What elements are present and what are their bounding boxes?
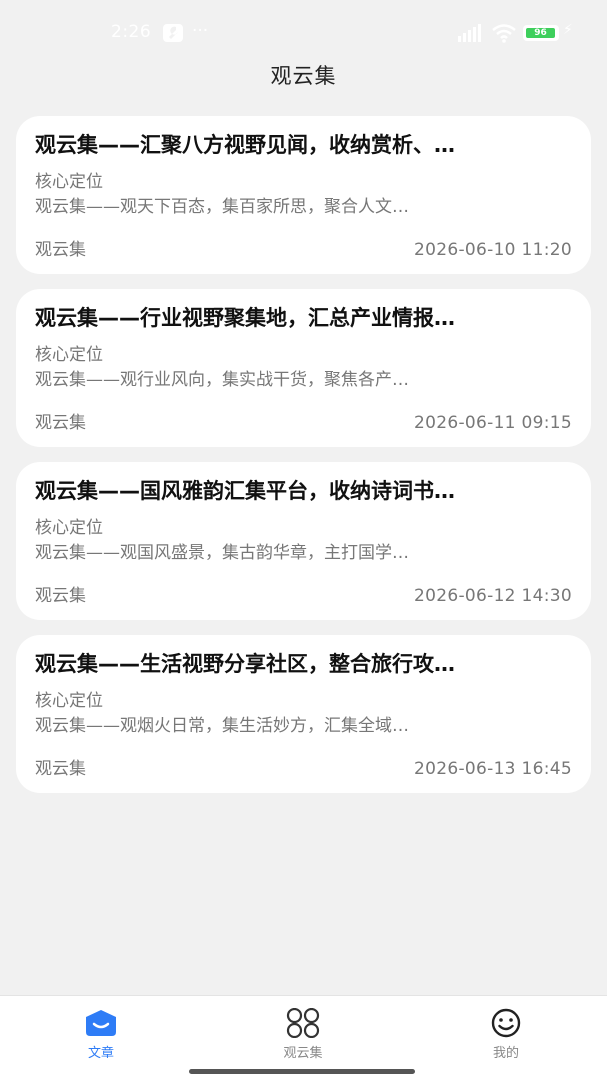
article-summary: 观云集——观国风盛景，集古韵华章，主打国学… <box>35 543 409 563</box>
article-subhead: 核心定位 <box>35 345 103 365</box>
article-subhead: 核心定位 <box>35 518 103 538</box>
more-indicator: ··· <box>192 21 209 41</box>
article-date: 2026-06-10 11:20 <box>414 240 572 260</box>
article-card[interactable]: 观云集——行业视野聚集地，汇总产业情报… 核心定位 观云集——观行业风向，集实战… <box>16 289 591 447</box>
bottom-tab-bar: 文章 观云集 我的 <box>0 995 607 1080</box>
article-source: 观云集 <box>35 240 86 260</box>
article-footer: 观云集 2026-06-12 14:30 <box>35 584 572 608</box>
page-title: 观云集 <box>270 64 337 88</box>
article-date: 2026-06-12 14:30 <box>414 586 572 606</box>
tab-label: 观云集 <box>283 1046 323 1061</box>
article-title: 观云集——国风雅韵汇集平台，收纳诗词书… <box>35 479 455 503</box>
article-summary: 观云集——观行业风向，集实战干货，聚焦各产… <box>35 370 409 390</box>
smiley-icon <box>491 1008 521 1038</box>
article-list: 观云集——汇聚八方视野见闻，收纳赏析、… 核心定位 观云集——观天下百态，集百家… <box>16 116 591 808</box>
article-footer: 观云集 2026-06-13 16:45 <box>35 757 572 781</box>
article-footer: 观云集 2026-06-11 09:15 <box>35 411 572 435</box>
article-card[interactable]: 观云集——汇聚八方视野见闻，收纳赏析、… 核心定位 观云集——观天下百态，集百家… <box>16 116 591 274</box>
article-source: 观云集 <box>35 413 86 433</box>
status-bar: 2:26 ··· 96 ⚡ <box>0 0 607 64</box>
wrench-icon <box>163 24 183 42</box>
article-date: 2026-06-11 09:15 <box>414 413 572 433</box>
article-source: 观云集 <box>35 586 86 606</box>
article-card[interactable]: 观云集——生活视野分享社区，整合旅行攻… 核心定位 观云集——观烟火日常，集生活… <box>16 635 591 793</box>
article-title: 观云集——行业视野聚集地，汇总产业情报… <box>35 306 455 330</box>
home-indicator[interactable] <box>189 1069 415 1074</box>
battery-icon: 96 <box>523 25 559 41</box>
article-summary: 观云集——观烟火日常，集生活妙方，汇集全域… <box>35 716 409 736</box>
article-subhead: 核心定位 <box>35 691 103 711</box>
wifi-icon <box>492 24 516 43</box>
app-screen: 2:26 ··· 96 ⚡ 观云集 观云集——汇聚八方视野见闻，收纳赏析、… 核… <box>0 0 607 1080</box>
article-card[interactable]: 观云集——国风雅韵汇集平台，收纳诗词书… 核心定位 观云集——观国风盛景，集古韵… <box>16 462 591 620</box>
status-time: 2:26 <box>111 22 152 42</box>
tab-label: 文章 <box>87 1046 114 1061</box>
grid-icon <box>286 1008 320 1038</box>
signal-icon <box>458 24 481 42</box>
article-date: 2026-06-13 16:45 <box>414 759 572 779</box>
article-source: 观云集 <box>35 759 86 779</box>
article-footer: 观云集 2026-06-10 11:20 <box>35 238 572 262</box>
tab-articles[interactable]: 文章 <box>41 1004 161 1064</box>
charging-bolt-icon: ⚡ <box>563 22 573 38</box>
article-subhead: 核心定位 <box>35 172 103 192</box>
tab-label: 我的 <box>492 1046 519 1061</box>
tab-guanyunji[interactable]: 观云集 <box>243 1004 363 1064</box>
article-icon <box>86 1010 116 1036</box>
article-title: 观云集——汇聚八方视野见闻，收纳赏析、… <box>35 133 455 157</box>
battery-level: 96 <box>526 28 555 38</box>
tab-profile[interactable]: 我的 <box>446 1004 566 1064</box>
article-title: 观云集——生活视野分享社区，整合旅行攻… <box>35 652 455 676</box>
article-summary: 观云集——观天下百态，集百家所思，聚合人文… <box>35 197 409 217</box>
